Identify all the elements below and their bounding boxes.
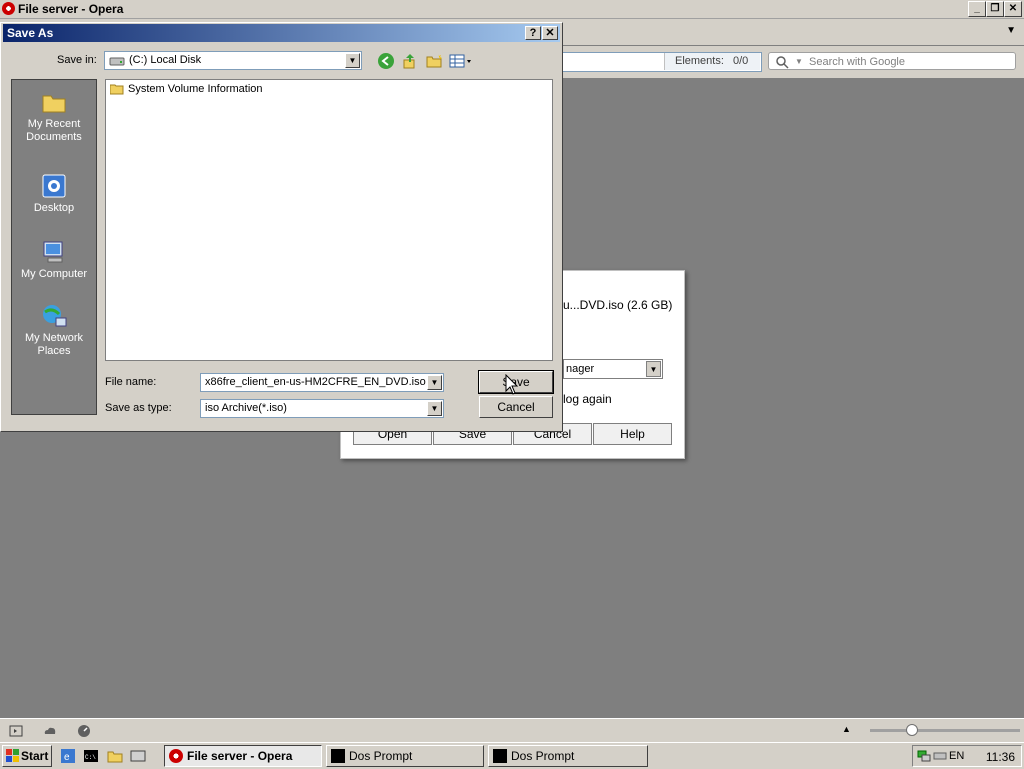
network-tray-icon[interactable] — [917, 749, 931, 763]
handler-value: nager — [566, 363, 595, 375]
minimize-button[interactable]: _ — [968, 1, 986, 17]
task-dos-prompt[interactable]: Dos Prompt — [488, 745, 648, 767]
help-button[interactable]: Help — [593, 423, 672, 445]
dropdown-arrow-icon[interactable]: ▼ — [427, 375, 442, 390]
my-computer-icon — [43, 241, 63, 263]
elements-value: 0/0 — [732, 55, 749, 67]
folder-icon — [110, 84, 124, 94]
dialog-titlebar: Save As ? ✕ — [3, 24, 560, 42]
save-as-dialog: Save As ? ✕ Save in: (C:) Local Disk ▼ M… — [0, 22, 563, 432]
file-name-value: x86fre_client_en-us-HM2CFRE_EN_DVD.iso — [205, 376, 426, 388]
place-desktop[interactable]: Desktop — [12, 172, 96, 215]
download-filename: u...DVD.iso (2.6 GB) — [563, 298, 673, 312]
svg-text:e: e — [64, 752, 70, 763]
language-indicator[interactable]: EN — [949, 750, 964, 762]
elements-label: Elements: — [675, 55, 724, 67]
clock[interactable]: 11:36 — [986, 750, 1015, 764]
taskbar: Start e C:\ File server - Opera Dos Prom… — [0, 742, 1024, 769]
view-menu-icon[interactable] — [449, 52, 473, 70]
save-as-type-select[interactable]: iso Archive(*.iso) ▼ — [200, 399, 444, 418]
opera-icon — [169, 749, 183, 763]
close-icon[interactable]: ✕ — [542, 26, 558, 40]
panel-toggle-icon[interactable] — [8, 723, 24, 739]
place-label: My Recent Documents — [26, 118, 82, 143]
search-placeholder: Search with Google — [809, 56, 905, 68]
drive-icon — [109, 57, 125, 66]
ie-icon[interactable]: e — [60, 748, 76, 764]
console-icon — [493, 749, 507, 763]
place-my-recent-documents[interactable]: My Recent Documents — [12, 88, 96, 144]
save-in-label: Save in: — [57, 54, 97, 66]
help-icon[interactable]: ? — [525, 26, 541, 40]
file-name: System Volume Information — [128, 83, 263, 95]
dialog-title: Save As — [7, 26, 54, 40]
svg-text:C:\: C:\ — [85, 754, 96, 761]
console-icon[interactable]: C:\ — [83, 748, 99, 764]
folder-recent-icon — [42, 95, 66, 113]
new-folder-icon[interactable] — [425, 52, 443, 70]
file-name-label: File name: — [105, 376, 157, 388]
list-item[interactable]: System Volume Information — [110, 83, 263, 95]
folder-icon[interactable] — [107, 748, 123, 764]
drive-tray-icon[interactable] — [933, 750, 947, 762]
console-icon — [331, 749, 345, 763]
elements-counter: Elements: 0/0 — [664, 53, 760, 70]
zoom-slider-knob[interactable] — [906, 724, 918, 736]
task-dos-prompt[interactable]: Dos Prompt — [326, 745, 484, 767]
up-folder-icon[interactable] — [401, 52, 419, 70]
start-button[interactable]: Start — [2, 745, 52, 767]
task-label: Dos Prompt — [349, 749, 413, 763]
task-opera[interactable]: File server - Opera — [164, 745, 322, 767]
save-in-combo[interactable]: (C:) Local Disk ▼ — [104, 51, 362, 70]
dropdown-arrow-icon[interactable]: ▼ — [345, 53, 360, 68]
place-label: Desktop — [33, 202, 75, 214]
chevron-down-icon[interactable]: ▼ — [1006, 25, 1016, 36]
mouse-cursor-icon — [505, 374, 519, 395]
places-bar: My Recent Documents Desktop My Computer — [11, 79, 97, 415]
file-name-input[interactable]: x86fre_client_en-us-HM2CFRE_EN_DVD.iso ▼ — [200, 373, 444, 392]
place-my-computer[interactable]: My Computer — [12, 238, 96, 281]
save-as-type-label: Save as type: — [105, 402, 172, 414]
opera-titlebar: File server - Opera _ ❐ ✕ — [0, 0, 1024, 19]
windows-logo-icon — [6, 749, 19, 762]
start-label: Start — [21, 749, 49, 763]
file-list[interactable]: System Volume Information — [105, 79, 553, 361]
network-places-icon — [43, 305, 67, 327]
ask-again-text: log again — [563, 392, 612, 406]
show-desktop-icon[interactable] — [130, 748, 146, 764]
dropdown-arrow-icon[interactable]: ▼ — [427, 401, 442, 416]
window-title: File server - Opera — [18, 2, 124, 16]
close-button[interactable]: ✕ — [1004, 1, 1022, 17]
status-bar: ▲ — [0, 718, 1024, 743]
search-dropdown-icon[interactable]: ▼ — [795, 53, 803, 71]
save-in-value: (C:) Local Disk — [129, 54, 202, 66]
scroll-up-icon[interactable]: ▲ — [842, 724, 851, 734]
cloud-icon[interactable] — [42, 723, 58, 739]
place-label: My Network Places — [24, 332, 84, 357]
save-as-type-value: iso Archive(*.iso) — [205, 402, 287, 414]
place-my-network-places[interactable]: My Network Places — [12, 302, 96, 358]
place-label: My Computer — [20, 268, 88, 280]
task-label: File server - Opera — [187, 749, 293, 763]
cancel-button[interactable]: Cancel — [479, 396, 553, 418]
opera-logo-icon — [2, 2, 15, 15]
back-icon[interactable] — [377, 52, 395, 70]
speed-dial-icon[interactable] — [76, 723, 92, 739]
search-input[interactable]: ▼ Search with Google — [768, 52, 1016, 70]
search-icon — [776, 56, 789, 69]
zoom-slider[interactable] — [870, 724, 1020, 736]
desktop-icon — [42, 174, 66, 198]
handler-select[interactable]: nager ▼ — [563, 359, 663, 379]
restore-button[interactable]: ❐ — [986, 1, 1004, 17]
task-label: Dos Prompt — [511, 749, 575, 763]
system-tray: EN 11:36 — [912, 745, 1022, 767]
dropdown-arrow-icon[interactable]: ▼ — [646, 361, 661, 377]
